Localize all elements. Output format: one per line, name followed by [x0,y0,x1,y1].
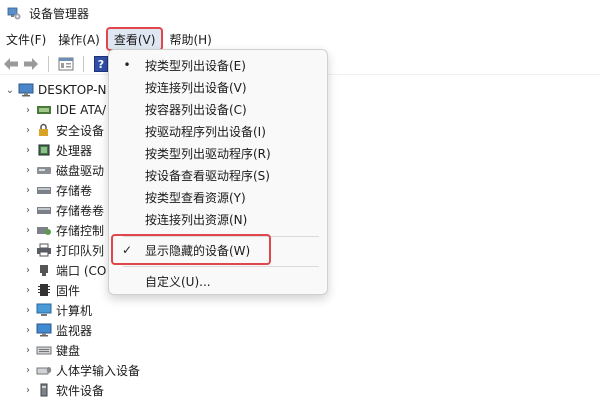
menu-separator [123,266,319,267]
menu-file[interactable]: 文件(F) [0,28,52,50]
tree-node[interactable]: › 监视器 [0,320,600,340]
view-menu-item[interactable]: 自定义(U)... [109,270,327,292]
chevron-right-icon[interactable]: › [20,160,36,180]
view-menu-item[interactable]: 按类型查看资源(Y) [109,186,327,208]
storage-controller-icon [36,223,52,237]
menu-bar: 文件(F) 操作(A) 查看(V) 帮助(H) [0,27,600,51]
storage-volume-icon [36,203,52,217]
desktop-computer-icon [18,83,34,97]
chevron-right-icon[interactable]: › [20,200,36,220]
tree-node-label: 存储控制 [56,223,105,238]
highlight-box [111,234,271,265]
tree-node-label: 监视器 [56,323,93,338]
tree-node-label: 软件设备 [56,383,105,398]
tree-node-label: 存储卷 [56,183,93,198]
storage-volume-icon [36,183,52,197]
chevron-right-icon[interactable]: › [20,360,36,380]
chevron-right-icon[interactable]: › [20,300,36,320]
view-menu-item-label: 按设备查看驱动程序(S) [145,168,270,183]
view-menu-item-label: 按连接列出设备(V) [145,80,247,95]
firmware-icon [36,283,52,297]
view-menu-item-label: 按类型查看资源(Y) [145,190,246,205]
tree-node-label: 存储卷卷 [56,203,105,218]
forward-arrow-icon[interactable] [22,55,40,73]
chevron-right-icon[interactable]: › [20,100,36,120]
tree-node[interactable]: › 计算机 [0,300,600,320]
view-menu-item-label: 按类型列出驱动程序(R) [145,146,271,161]
software-device-icon [36,383,52,397]
tree-node-label: 处理器 [56,143,93,158]
back-arrow-icon[interactable] [2,55,20,73]
chevron-right-icon[interactable]: › [20,340,36,360]
tree-node-label: 固件 [56,283,81,298]
chevron-right-icon[interactable]: › [20,220,36,240]
tree-node-label: IDE ATA/ [56,103,107,117]
properties-icon[interactable] [57,55,75,73]
disk-drive-icon [36,163,52,177]
chevron-right-icon[interactable]: › [20,120,36,140]
ide-controller-icon [36,103,52,117]
menu-view[interactable]: 查看(V) [105,27,164,51]
processor-icon [36,143,52,157]
tree-node-label: 安全设备 [56,123,105,138]
title-bar: 设备管理器 [0,0,600,26]
computer-name: DESKTOP-N [38,83,107,97]
chevron-right-icon[interactable]: › [20,180,36,200]
tree-node-label: 人体学输入设备 [56,363,141,378]
view-menu-dropdown: • 按类型列出设备(E) 按连接列出设备(V) 按容器列出设备(C) 按驱动程序列出设备… [108,49,328,295]
menu-action[interactable]: 操作(A) [52,28,106,50]
view-menu-item[interactable]: 按连接列出资源(N) [109,208,327,230]
view-menu-item[interactable]: 按容器列出设备(C) [109,98,327,120]
tree-node[interactable]: › 人体学输入设备 [0,360,600,380]
view-menu-item-label: 按驱动程序列出设备(I) [145,124,266,139]
chevron-right-icon[interactable]: › [20,320,36,340]
view-menu-item-label: 按容器列出设备(C) [145,102,247,117]
view-menu-item[interactable]: 按类型列出驱动程序(R) [109,142,327,164]
window-title: 设备管理器 [29,6,90,21]
security-device-icon [36,123,52,137]
view-menu-item-label: 自定义(U)... [145,274,211,289]
menu-help[interactable]: 帮助(H) [163,28,217,50]
toolbar-divider [48,55,49,72]
chevron-right-icon[interactable]: › [20,280,36,300]
tree-node[interactable]: › 键盘 [0,340,600,360]
chevron-down-icon[interactable]: ⌄ [2,80,18,100]
view-menu-item[interactable]: 按设备查看驱动程序(S) [109,164,327,186]
printer-icon [36,243,52,257]
tree-node-label: 磁盘驱动 [56,163,105,178]
chevron-right-icon[interactable]: › [20,260,36,280]
computer-icon [36,303,52,317]
view-menu-item-label: 按连接列出资源(N) [145,212,248,227]
view-menu-item-label: 按类型列出设备(E) [145,58,246,73]
chevron-right-icon[interactable]: › [20,380,36,400]
tree-node-label: 键盘 [56,343,81,358]
chevron-right-icon[interactable]: › [20,140,36,160]
view-menu-item[interactable]: • 按类型列出设备(E) [109,54,327,76]
svg-text:?: ? [98,58,104,71]
tree-node-label: 计算机 [56,303,93,318]
view-menu-item[interactable]: 按驱动程序列出设备(I) [109,120,327,142]
device-manager-icon [7,6,21,20]
toolbar-divider [83,55,84,72]
tree-node[interactable]: › 软件设备 [0,380,600,400]
radio-dot-icon: • [123,58,131,72]
monitor-icon [36,323,52,337]
hid-icon [36,363,52,377]
tree-node-label: 打印队列 [56,243,105,258]
port-icon [36,263,52,277]
view-menu-item[interactable]: 按连接列出设备(V) [109,76,327,98]
chevron-right-icon[interactable]: › [20,240,36,260]
tree-node-label: 端口 (CO [56,263,107,278]
keyboard-icon [36,343,52,357]
